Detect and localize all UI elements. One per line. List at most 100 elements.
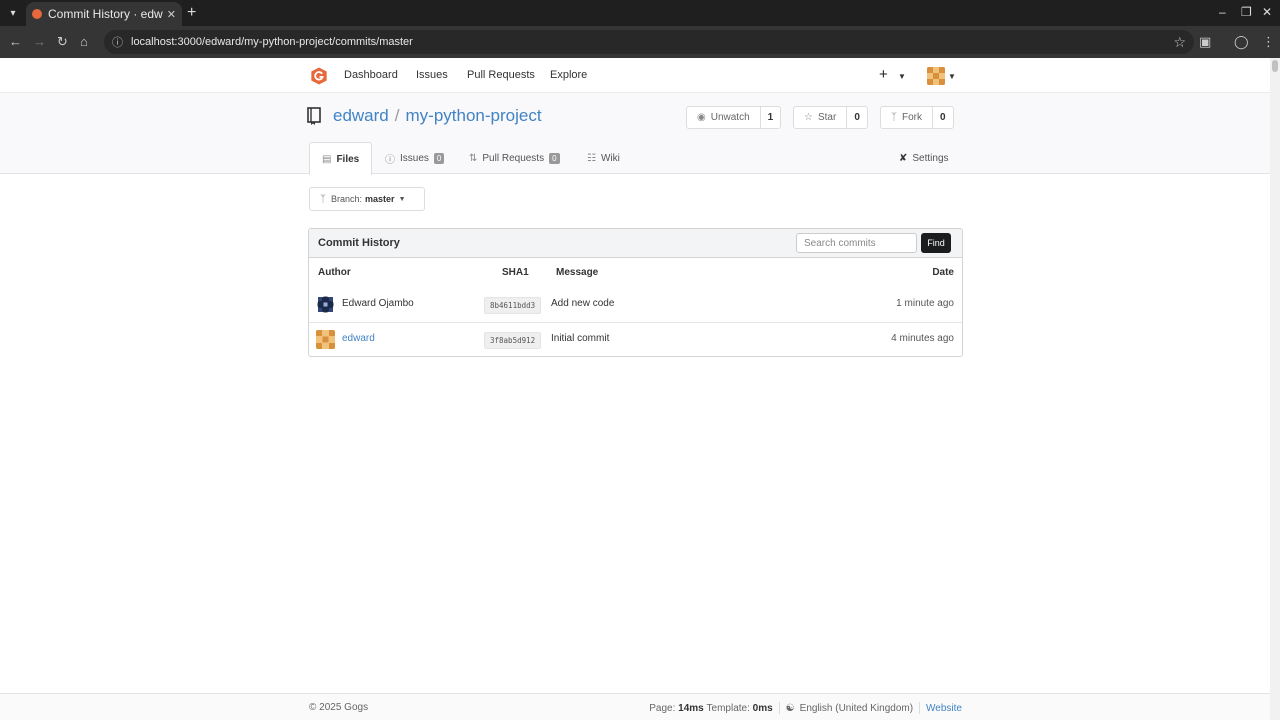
language-selector[interactable]: English (United Kingdom) [800, 703, 913, 714]
tab-files[interactable]: ▤ Files [309, 142, 373, 175]
footer-divider [778, 702, 780, 714]
star-button-group: ☆ Star 0 [793, 106, 868, 129]
star-button[interactable]: ☆ Star [794, 107, 848, 128]
user-chevron-down-icon[interactable]: ▼ [948, 72, 956, 81]
find-button[interactable]: Find [921, 233, 951, 253]
commit-sha-link[interactable]: 3f8ab5d912 [484, 332, 542, 349]
footer-page-label: Page: [649, 702, 676, 714]
tab-close-icon[interactable]: ✕ [167, 8, 176, 21]
fork-label: Fork [902, 112, 922, 123]
reload-icon[interactable]: ↻ [57, 34, 68, 50]
bookmark-star-icon[interactable]: ☆ [1173, 34, 1186, 51]
pull-requests-count-badge: 0 [549, 152, 560, 164]
unwatch-button[interactable]: ◉ Unwatch [687, 107, 761, 128]
gogs-top-nav: Dashboard Issues Pull Requests Explore +… [0, 58, 1270, 93]
nav-explore[interactable]: Explore [550, 69, 587, 81]
column-message: Message [556, 267, 599, 278]
fork-count[interactable]: 0 [933, 107, 953, 128]
fork-button[interactable]: ᛉ Fork [881, 107, 933, 128]
repo-book-icon [307, 107, 321, 125]
site-info-icon[interactable]: ⓘ [112, 34, 123, 50]
address-url: localhost:3000/edward/my-python-project/… [131, 36, 413, 48]
create-plus-icon[interactable]: + [879, 66, 888, 83]
repo-owner-link[interactable]: edward [333, 106, 389, 125]
globe-icon: ☯ [785, 702, 795, 714]
issues-count-badge: 0 [433, 152, 445, 164]
user-avatar[interactable] [927, 67, 945, 85]
commit-author-link[interactable]: edward [342, 333, 375, 344]
page: Dashboard Issues Pull Requests Explore +… [0, 58, 1270, 720]
page-scrollbar[interactable] [1270, 58, 1280, 720]
browser-toolbar: ← → ↻ ⌂ ⓘ localhost:3000/edward/my-pytho… [0, 26, 1280, 58]
extensions-icon[interactable]: ▣ [1199, 34, 1211, 50]
footer: © 2025 Gogs Page: 14ms Template: 0ms ☯ E… [0, 693, 1270, 720]
repo-name-link[interactable]: my-python-project [406, 106, 542, 125]
gogs-logo-icon[interactable] [310, 67, 328, 85]
tab-issues[interactable]: ⓘ Issues 0 [373, 142, 456, 174]
home-icon[interactable]: ⌂ [80, 34, 88, 50]
column-date: Date [932, 267, 954, 278]
footer-template-time: 0ms [752, 702, 773, 714]
branch-dropdown[interactable]: ᛉ Branch: master ▼ [309, 187, 425, 211]
tab-wiki[interactable]: ☷ Wiki [575, 142, 632, 174]
eye-icon: ◉ [697, 112, 706, 123]
maximize-icon[interactable]: ❐ [1241, 5, 1252, 19]
git-pull-request-icon: ⇅ [469, 152, 478, 164]
author-avatar[interactable] [316, 330, 335, 349]
minimize-icon[interactable]: – [1219, 5, 1226, 19]
star-label: Star [817, 112, 837, 123]
tab-settings-label: Settings [912, 152, 949, 164]
watch-count[interactable]: 1 [761, 107, 781, 128]
column-author: Author [318, 267, 351, 278]
window-close-icon[interactable]: ✕ [1262, 5, 1272, 19]
commit-date: 1 minute ago [896, 298, 954, 309]
commit-author: Edward Ojambo [342, 298, 414, 309]
tab-pull-requests[interactable]: ⇅ Pull Requests 0 [457, 142, 572, 174]
unwatch-label: Unwatch [710, 112, 750, 123]
address-bar[interactable]: ⓘ localhost:3000/edward/my-python-projec… [104, 30, 1194, 54]
branch-chevron-down-icon: ▼ [398, 195, 406, 203]
column-sha1: SHA1 [502, 267, 529, 278]
tab-wiki-label: Wiki [600, 152, 620, 164]
footer-copyright: © 2025 Gogs [309, 702, 369, 713]
commit-history-title: Commit History [318, 237, 400, 249]
file-text-icon: ▤ [322, 153, 332, 165]
nav-pull-requests[interactable]: Pull Requests [467, 69, 535, 81]
new-tab-icon[interactable]: + [187, 4, 196, 22]
footer-template-label: Template: [706, 702, 750, 714]
back-icon[interactable]: ← [9, 34, 22, 50]
tab-list-chevron-icon[interactable]: ▾ [4, 4, 22, 22]
forward-icon[interactable]: → [33, 34, 46, 50]
repo-title: edward / my-python-project [333, 106, 542, 126]
star-icon: ☆ [804, 112, 813, 123]
nav-dashboard[interactable]: Dashboard [344, 69, 398, 81]
fork-icon: ᛉ [891, 112, 897, 123]
repo-separator: / [394, 106, 400, 125]
commit-date: 4 minutes ago [891, 333, 954, 344]
fork-button-group: ᛉ Fork 0 [880, 106, 954, 129]
branch-name: master [365, 194, 395, 204]
create-chevron-down-icon[interactable]: ▼ [898, 72, 906, 81]
tools-icon: ✘ [899, 152, 908, 164]
git-branch-icon: ᛉ [320, 193, 326, 205]
star-count[interactable]: 0 [847, 107, 867, 128]
commit-history-header: Commit History Find [309, 229, 962, 258]
author-avatar[interactable] [316, 295, 335, 314]
repo-header: edward / my-python-project ◉ Unwatch 1 ☆ Sta… [0, 93, 1270, 175]
website-link[interactable]: Website [926, 703, 962, 714]
browser-tab-title: Commit History · edward [48, 7, 163, 21]
scrollbar-thumb[interactable] [1272, 60, 1278, 72]
profile-icon[interactable]: ◯ [1234, 34, 1249, 50]
tab-settings[interactable]: ✘ Settings [887, 142, 961, 174]
book-icon: ☷ [587, 152, 596, 164]
watch-button-group: ◉ Unwatch 1 [686, 106, 782, 129]
browser-menu-icon[interactable]: ⋮ [1262, 34, 1275, 50]
nav-issues[interactable]: Issues [416, 69, 448, 81]
browser-tab[interactable]: Commit History · edward ✕ [26, 2, 182, 26]
footer-page-time: 14ms [678, 702, 704, 714]
search-commits-input[interactable] [796, 233, 917, 253]
commit-message: Initial commit [551, 333, 610, 344]
commit-sha-link[interactable]: 8b4611bdd3 [484, 297, 542, 314]
gogs-favicon-icon [32, 9, 42, 19]
tab-pull-requests-label: Pull Requests [482, 152, 545, 164]
